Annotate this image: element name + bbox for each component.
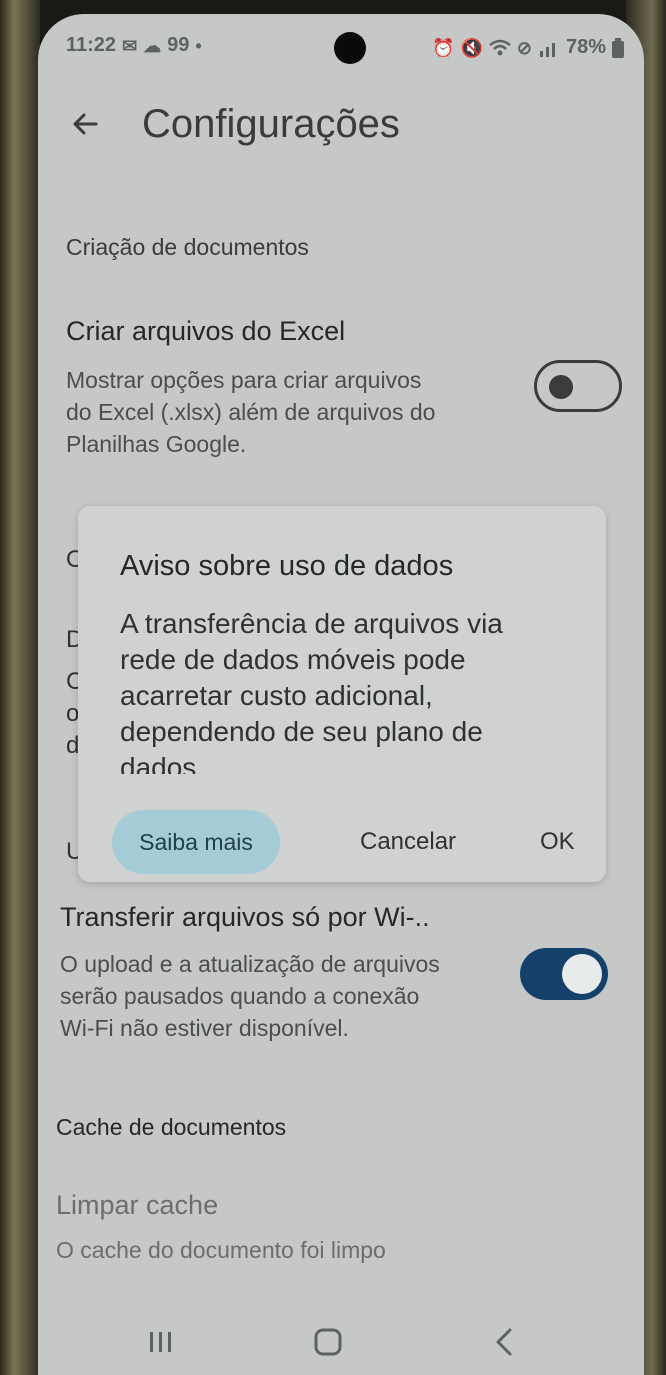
alarm-icon: ⏰ xyxy=(432,37,455,58)
section-header-cache: Cache de documentos xyxy=(56,1114,287,1140)
dialog-body-line-2: rede de dados móveis pode xyxy=(120,644,466,675)
dialog-body: A transferência de arquivos via rede de … xyxy=(120,606,580,774)
wifi-setting-description-line-1: O upload e a atualização de arquivos xyxy=(60,951,440,977)
gmail-icon: ✉ xyxy=(122,35,138,56)
dialog-body-line-1: A transferência de arquivos via xyxy=(120,608,503,639)
cancel-button[interactable]: Cancelar xyxy=(360,828,456,856)
data-usage-dialog: Aviso sobre uso de dados A transferência… xyxy=(78,506,606,882)
phone-screen: 11:22 ✉ ☁ 99 • ⏰ 🔇 ⊘ 78% Configurações C… xyxy=(38,14,644,1375)
battery-icon xyxy=(612,37,624,58)
wifi-setting-title: Transferir arquivos só por Wi-.. xyxy=(60,902,430,932)
wifi-toggle-knob xyxy=(562,954,602,994)
wifi-setting-description-line-3: Wi-Fi não estiver disponível. xyxy=(60,1015,349,1041)
excel-setting-title: Criar arquivos do Excel xyxy=(66,316,346,346)
clear-cache-description: O cache do documento foi limpo xyxy=(56,1237,386,1263)
dialog-title: Aviso sobre uso de dados xyxy=(120,550,454,582)
system-nav-bar xyxy=(38,1304,644,1375)
status-time: 11:22 xyxy=(66,34,117,56)
page-title: Configurações xyxy=(142,102,400,146)
dnd-icon: ⊘ xyxy=(516,37,532,58)
wifi-toggle[interactable] xyxy=(520,948,608,1000)
excel-setting-description-line-1: Mostrar opções para criar arquivos xyxy=(66,367,422,393)
back-nav-icon[interactable] xyxy=(484,1322,524,1362)
cloud-icon: ☁ xyxy=(143,35,162,56)
dialog-body-line-4: dependendo de seu plano de xyxy=(120,716,483,747)
dialog-body-line-3: acarretar custo adicional, xyxy=(120,680,433,711)
battery-level: 78% xyxy=(565,36,606,58)
dialog-body-line-5: dados. xyxy=(120,752,205,774)
learn-more-button[interactable]: Saiba mais xyxy=(112,810,280,874)
home-icon[interactable] xyxy=(308,1322,348,1362)
wifi-setting-description-line-2: serão pausados quando a conexão xyxy=(60,983,420,1009)
wifi-icon xyxy=(489,39,511,55)
phone-bezel-left xyxy=(0,0,40,1375)
ok-button[interactable]: OK xyxy=(540,828,575,856)
excel-toggle-knob xyxy=(549,375,573,399)
mute-icon: 🔇 xyxy=(460,37,483,58)
recents-icon[interactable] xyxy=(141,1322,181,1362)
status-bar: 11:22 ✉ ☁ 99 • ⏰ 🔇 ⊘ 78% xyxy=(38,14,644,78)
signal-icon xyxy=(539,42,555,57)
section-header-documents: Criação de documentos xyxy=(66,234,309,260)
front-camera xyxy=(334,32,366,64)
excel-setting-description-line-2: do Excel (.xlsx) além de arquivos do xyxy=(66,399,436,425)
excel-toggle[interactable] xyxy=(534,360,622,412)
dot-icon: • xyxy=(195,35,202,56)
app-bar: Configurações xyxy=(38,86,644,166)
status-temp: 99 xyxy=(167,34,190,56)
clear-cache-title: Limpar cache xyxy=(56,1190,219,1220)
back-arrow-icon[interactable] xyxy=(66,104,106,144)
excel-setting-description-line-3: Planilhas Google. xyxy=(66,431,247,457)
